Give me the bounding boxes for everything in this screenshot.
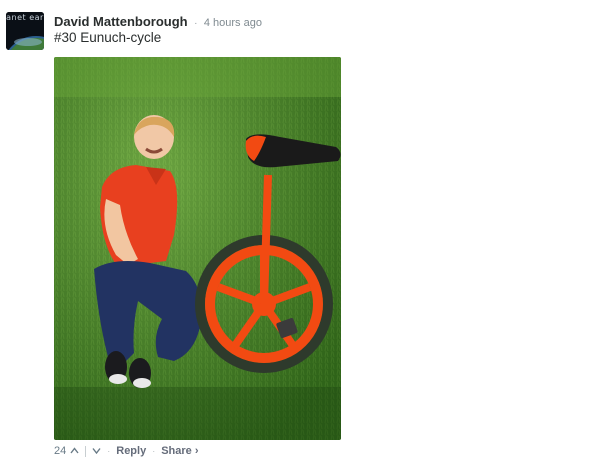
header-separator: · bbox=[194, 18, 198, 29]
reply-button[interactable]: Reply bbox=[116, 445, 146, 457]
comment-text: #30 Eunuch-cycle bbox=[54, 30, 162, 45]
comment-footer: 24 · Reply · Share › bbox=[54, 444, 199, 458]
attached-photo[interactable] bbox=[54, 57, 341, 440]
vote-divider bbox=[85, 445, 87, 457]
chevron-up-icon[interactable] bbox=[70, 445, 79, 457]
footer-separator: · bbox=[107, 446, 111, 456]
avatar-text: anet ear bbox=[6, 13, 44, 22]
footer-separator: · bbox=[152, 446, 156, 456]
avatar[interactable]: anet ear bbox=[6, 12, 44, 50]
comment-header: David Mattenborough · 4 hours ago bbox=[54, 13, 262, 31]
photo-image bbox=[54, 57, 341, 440]
timestamp[interactable]: 4 hours ago bbox=[204, 17, 262, 29]
author-name[interactable]: David Mattenborough bbox=[54, 14, 188, 29]
vote-count: 24 bbox=[54, 445, 67, 457]
chevron-down-icon[interactable] bbox=[92, 445, 101, 457]
share-button[interactable]: Share › bbox=[161, 445, 198, 457]
